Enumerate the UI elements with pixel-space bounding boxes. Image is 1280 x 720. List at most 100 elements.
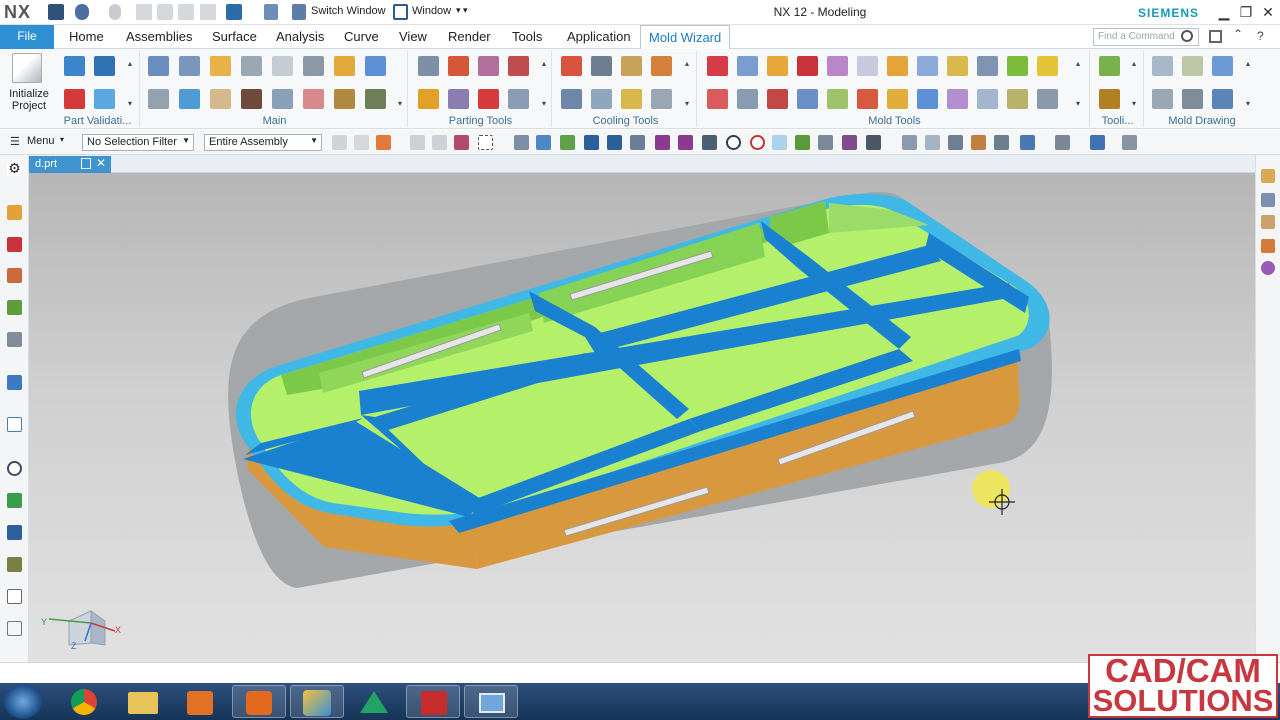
solid-patch-icon[interactable] — [767, 56, 788, 76]
pocket-icon[interactable] — [334, 89, 355, 109]
cooling-pattern-icon[interactable] — [561, 56, 582, 76]
divide-face-icon[interactable] — [737, 89, 758, 109]
connect-channel-icon[interactable] — [561, 89, 582, 109]
tab-surface[interactable]: Surface — [204, 25, 265, 49]
point-on-face-icon[interactable] — [772, 135, 787, 150]
create-box-icon[interactable] — [707, 56, 728, 76]
sub-insert-icon[interactable] — [179, 89, 200, 109]
collapse-ribbon-icon[interactable]: ⌃ — [1233, 27, 1243, 41]
snap-settings-icon[interactable] — [866, 135, 881, 150]
region-analysis-icon[interactable] — [418, 56, 439, 76]
tab-assemblies[interactable]: Assemblies — [118, 25, 200, 49]
work-layer-icon[interactable] — [1090, 135, 1105, 150]
unite-icon[interactable] — [797, 89, 818, 109]
subtract-icon[interactable] — [767, 89, 788, 109]
rectangle-select-icon[interactable] — [478, 135, 493, 150]
hole-table-icon[interactable] — [1212, 56, 1233, 76]
tab-file[interactable]: File — [0, 25, 54, 49]
initialize-project-icon[interactable] — [12, 53, 42, 83]
select-solid-icon[interactable] — [536, 135, 551, 150]
tab-application[interactable]: Application — [559, 25, 639, 49]
adjust-channel-icon[interactable] — [591, 89, 612, 109]
help-icon[interactable]: ? — [1257, 29, 1264, 43]
part-validation-more-icon[interactable]: ▴ — [126, 59, 134, 68]
pan-icon[interactable] — [971, 135, 986, 150]
mold-base-icon[interactable] — [303, 56, 324, 76]
mold-tools-dropdown-icon[interactable]: ▾ — [1074, 99, 1082, 108]
minimize-icon[interactable]: ▁ — [1213, 2, 1235, 22]
select-objects-icon[interactable] — [410, 135, 425, 150]
offset-region-icon[interactable] — [917, 89, 938, 109]
parting-more-icon[interactable]: ▴ — [540, 59, 548, 68]
part-check-icon[interactable] — [94, 89, 115, 109]
extend-face-icon[interactable] — [947, 56, 968, 76]
selection-filter-select[interactable]: No Selection Filter ▼ — [82, 134, 194, 151]
control-point-icon[interactable] — [630, 135, 645, 150]
mold-design-validation-icon[interactable] — [64, 89, 85, 109]
select-edges-icon[interactable] — [432, 135, 447, 150]
bounded-grid-icon[interactable] — [795, 135, 810, 150]
initialize-project-button[interactable]: Initialize Project — [4, 88, 54, 112]
drawing-more-icon[interactable]: ▴ — [1244, 59, 1252, 68]
ejector-pin-icon[interactable] — [365, 56, 386, 76]
selection-scope-select[interactable]: Entire Assembly ▼ — [204, 134, 322, 151]
taskbar-window[interactable] — [464, 685, 518, 718]
refresh-library-icon[interactable] — [1261, 261, 1275, 275]
tooling-validation-icon[interactable] — [1099, 56, 1120, 76]
cooling-standard-part-icon[interactable] — [621, 89, 642, 109]
component-drawing-icon[interactable] — [1182, 56, 1203, 76]
electrode-icon[interactable] — [272, 89, 293, 109]
constraint-navigator-icon[interactable] — [7, 237, 22, 252]
taskbar-explorer[interactable] — [116, 685, 170, 718]
line-split-icon[interactable] — [1007, 56, 1028, 76]
existing-point-icon[interactable] — [726, 135, 741, 150]
design-parting-surface-icon[interactable] — [508, 56, 529, 76]
layout-icon[interactable] — [148, 56, 169, 76]
mold-bom-icon[interactable] — [887, 89, 908, 109]
trim-mold-component-icon[interactable] — [303, 89, 324, 109]
taskbar-recorder[interactable] — [232, 685, 286, 718]
reference-face-icon[interactable] — [977, 56, 998, 76]
select-faces-icon[interactable] — [454, 135, 469, 150]
ejector-library-icon[interactable] — [1261, 239, 1275, 253]
web-browser-icon[interactable] — [7, 375, 22, 390]
tooling-assembly-icon[interactable] — [1099, 89, 1120, 109]
mid-point-icon[interactable] — [607, 135, 622, 150]
resource-bar-options-icon[interactable] — [7, 621, 22, 636]
taskbar-autocad[interactable] — [406, 685, 460, 718]
menu-arrow-icon[interactable]: ▾ — [60, 135, 64, 144]
taskbar-drive[interactable] — [348, 685, 402, 718]
document-close-icon[interactable]: ✕ — [96, 156, 106, 170]
tab-mold-wizard[interactable]: Mold Wizard — [640, 25, 731, 49]
orient-view-icon[interactable] — [1020, 135, 1035, 150]
bill-of-material-icon[interactable] — [365, 89, 386, 109]
gate-icon[interactable] — [210, 89, 231, 109]
cooling-dropdown-icon[interactable]: ▾ — [683, 99, 691, 108]
palettes-icon[interactable] — [7, 589, 22, 604]
tab-view[interactable]: View — [391, 25, 435, 49]
define-cavity-core-icon[interactable] — [448, 89, 469, 109]
snap-to-angle-icon[interactable] — [818, 135, 833, 150]
parting-dropdown-icon[interactable]: ▾ — [540, 99, 548, 108]
cooling-fitting-icon[interactable] — [621, 56, 642, 76]
taskbar-nx[interactable] — [290, 685, 344, 718]
start-button[interactable] — [4, 684, 42, 719]
drawing-dropdown-icon[interactable]: ▾ — [1244, 99, 1252, 108]
trim-solid-icon[interactable] — [707, 89, 728, 109]
taskbar-chrome[interactable] — [58, 685, 112, 718]
tooling-dropdown-icon[interactable]: ▾ — [1130, 99, 1138, 108]
hd3d-tools-icon[interactable] — [7, 332, 22, 347]
select-features-icon[interactable] — [354, 135, 369, 150]
snap-grid-icon[interactable] — [560, 135, 575, 150]
intersection-point-icon[interactable] — [655, 135, 670, 150]
mold-tools-extra-icon[interactable] — [1037, 89, 1058, 109]
close-icon[interactable]: ✕ — [1257, 2, 1279, 22]
assembly-navigator-icon[interactable] — [7, 205, 22, 220]
face-color-icon[interactable] — [857, 89, 878, 109]
csys-icon[interactable] — [179, 56, 200, 76]
tab-home[interactable]: Home — [61, 25, 112, 49]
pole-icon[interactable] — [842, 135, 857, 150]
wave-link-icon[interactable] — [827, 89, 848, 109]
snap-point-icon[interactable] — [376, 135, 391, 150]
trim-region-patch-icon[interactable] — [887, 56, 908, 76]
